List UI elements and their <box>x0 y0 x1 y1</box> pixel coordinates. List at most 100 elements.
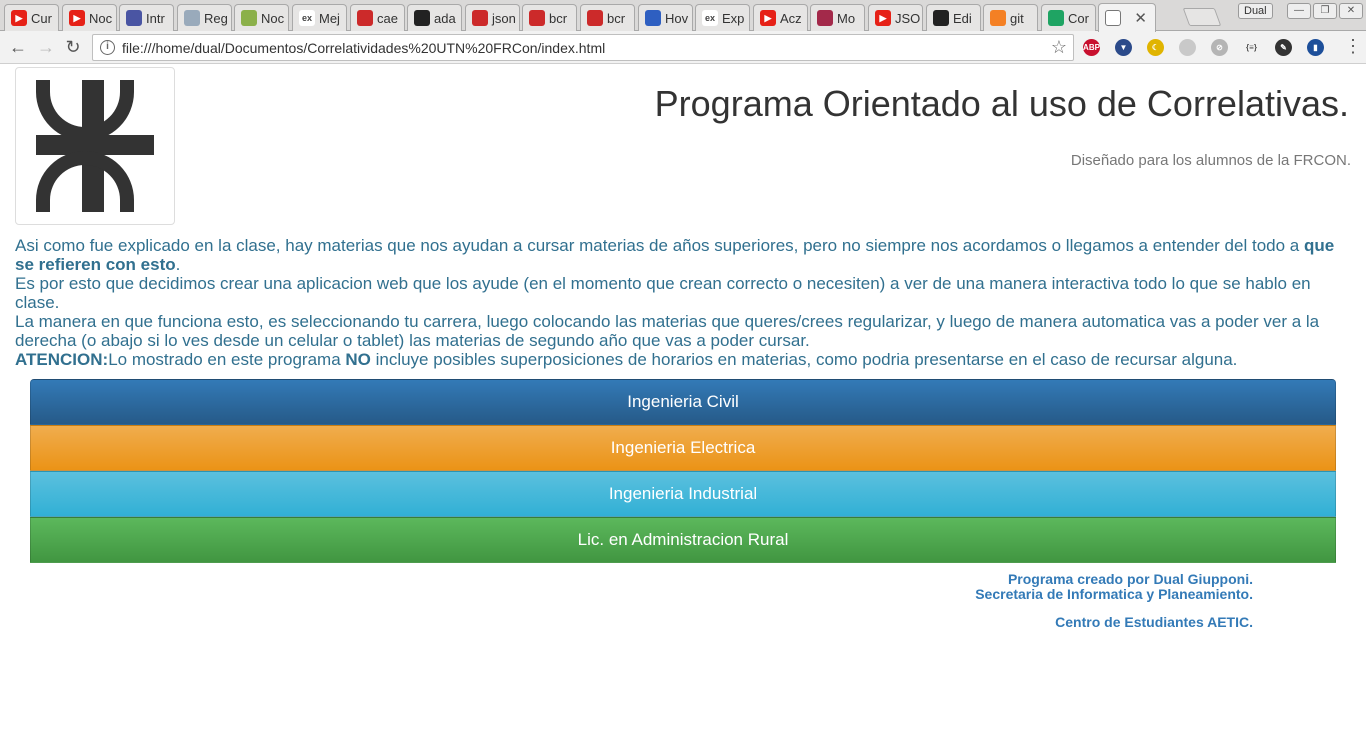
browser-tab[interactable]: ✕ <box>1098 3 1156 32</box>
ex-icon: ex <box>299 10 315 26</box>
browser-tab[interactable]: json <box>465 4 520 31</box>
footer-line-author: Programa creado por Dual Giupponi. <box>1007 571 1253 587</box>
career-button-electrica[interactable]: Ingenieria Electrica <box>30 425 1336 471</box>
tab-title: Edi <box>953 10 972 26</box>
browser-tab[interactable]: Hov <box>638 4 693 31</box>
intro-paragraph-4: ATENCION:Lo mostrado en este programa NO… <box>15 350 1355 369</box>
browser-tab[interactable]: bcr <box>522 4 577 31</box>
attention-label: ATENCION: <box>15 350 109 369</box>
page-title: Programa Orientado al uso de Correlativa… <box>654 83 1349 124</box>
browser-tab[interactable]: Noc <box>234 4 289 31</box>
browser-tab[interactable]: git <box>983 4 1038 31</box>
tab-title: Exp <box>722 10 745 26</box>
browser-tab[interactable]: ▶ Acz <box>753 4 808 31</box>
extension-icon[interactable]: ABP <box>1083 39 1100 56</box>
intro-paragraph-1: Asi como fue explicado en la clase, hay … <box>15 236 1355 274</box>
page-icon <box>241 10 257 26</box>
intro-paragraph-2: Es por esto que decidimos crear una apli… <box>15 274 1311 312</box>
tab-title: Cur <box>31 10 52 26</box>
extension-icon[interactable]: ▼ <box>1115 39 1132 56</box>
footer-line-centro: Centro de Estudiantes AETIC. <box>1055 614 1253 630</box>
browser-tab[interactable]: ▶ Cur <box>4 4 59 31</box>
browser-tab[interactable]: Intr <box>119 4 174 31</box>
minimize-icon[interactable]: — <box>1287 3 1311 19</box>
tab-title: git <box>1010 10 1024 26</box>
youtube-icon: ▶ <box>11 10 27 26</box>
footer-credits: Programa creado por Dual Giupponi. Secre… <box>975 572 1253 630</box>
info-icon[interactable]: i <box>100 40 115 55</box>
career-button-rural[interactable]: Lic. en Administracion Rural <box>30 517 1336 563</box>
extension-icon[interactable]: ⊘ <box>1211 39 1228 56</box>
intro-p1-text: Asi como fue explicado en la clase, hay … <box>15 236 1304 255</box>
browser-tab[interactable]: Reg <box>177 4 232 31</box>
tab-title: Cor <box>1068 10 1089 26</box>
reload-icon[interactable]: ↻ <box>63 37 83 57</box>
restore-icon[interactable]: ❐ <box>1313 3 1337 19</box>
back-icon[interactable]: ← <box>8 37 28 57</box>
browser-tab[interactable]: Mo <box>810 4 865 31</box>
browser-tab[interactable]: ex Exp <box>695 4 750 31</box>
youtube-icon: ▶ <box>760 10 776 26</box>
browser-tab[interactable]: ▶ Noc <box>62 4 117 31</box>
browser-tab[interactable]: ▶ JSO <box>868 4 923 31</box>
browser-tab[interactable]: cae <box>350 4 405 31</box>
tab-title: Intr <box>146 10 165 26</box>
drive-icon <box>1048 10 1064 26</box>
career-button-civil[interactable]: Ingenieria Civil <box>30 379 1336 425</box>
intro-p1-end: . <box>175 255 181 274</box>
close-window-icon[interactable]: ✕ <box>1339 3 1363 19</box>
tab-title: Noc <box>89 10 113 26</box>
extension-icon[interactable] <box>1179 39 1196 56</box>
browser-tab[interactable]: ex Mej <box>292 4 347 31</box>
github-icon <box>933 10 949 26</box>
page-icon <box>817 10 833 26</box>
tab-title: Noc <box>261 10 285 26</box>
browser-toolbar: ← → ↻ i file:///home/dual/Documentos/Cor… <box>0 31 1366 64</box>
career-list: Ingenieria Civil Ingenieria Electrica In… <box>30 379 1336 563</box>
tab-title: Mej <box>319 10 340 26</box>
tab-title: cae <box>377 10 398 26</box>
page-icon <box>1105 10 1121 26</box>
profile-button[interactable]: Dual <box>1238 3 1273 19</box>
tab-title: Hov <box>665 10 689 26</box>
close-tab-icon[interactable]: ✕ <box>1134 9 1147 27</box>
page-icon <box>645 10 661 26</box>
tab-title: Reg <box>204 10 228 26</box>
page-icon <box>184 10 200 26</box>
tab-title: Acz <box>780 10 802 26</box>
page-icon <box>587 10 603 26</box>
intro-p4-bold: NO <box>345 350 371 369</box>
youtube-icon: ▶ <box>875 10 891 26</box>
utn-logo <box>15 67 175 225</box>
url-text[interactable]: file:///home/dual/Documentos/Correlativi… <box>122 40 605 56</box>
menu-icon[interactable]: ⋮ <box>1344 36 1362 57</box>
youtube-icon: ▶ <box>69 10 85 26</box>
forward-icon[interactable]: → <box>36 37 56 57</box>
address-bar[interactable]: i file:///home/dual/Documentos/Correlati… <box>92 34 1074 61</box>
new-tab-button[interactable] <box>1182 8 1222 26</box>
browser-tab[interactable]: bcr <box>580 4 635 31</box>
extension-icon[interactable]: ▮ <box>1307 39 1324 56</box>
tab-title: ada <box>434 10 456 26</box>
intro-text: Asi como fue explicado en la clase, hay … <box>15 236 1355 369</box>
ex-icon: ex <box>702 10 718 26</box>
utn-logo-icon <box>36 80 154 212</box>
page-content: Programa Orientado al uso de Correlativa… <box>0 65 1366 743</box>
intro-p4-end: incluye posibles superposiciones de hora… <box>370 350 1238 369</box>
extension-icon[interactable]: ✎ <box>1275 39 1292 56</box>
browser-tab[interactable]: Cor <box>1041 4 1096 31</box>
tab-title: bcr <box>607 10 626 26</box>
extension-icon[interactable]: ☾ <box>1147 39 1164 56</box>
page-icon <box>357 10 373 26</box>
career-button-industrial[interactable]: Ingenieria Industrial <box>30 471 1336 517</box>
tab-title: JSO <box>895 10 921 26</box>
intro-p4-text: Lo mostrado en este programa <box>108 350 346 369</box>
tab-strip: ▶ Cur ▶ Noc Intr Reg Noc ex Mej cae ada json bcr bcr H… <box>0 0 1366 32</box>
browser-tab[interactable]: Edi <box>926 4 981 31</box>
github-icon <box>414 10 430 26</box>
browser-tab[interactable]: ada <box>407 4 462 31</box>
tab-title: json <box>492 10 516 26</box>
extension-icon[interactable]: {≡} <box>1243 39 1260 56</box>
bookmark-star-icon[interactable]: ☆ <box>1051 37 1067 58</box>
footer-line-secretaria: Secretaria de Informatica y Planeamiento… <box>975 586 1253 602</box>
